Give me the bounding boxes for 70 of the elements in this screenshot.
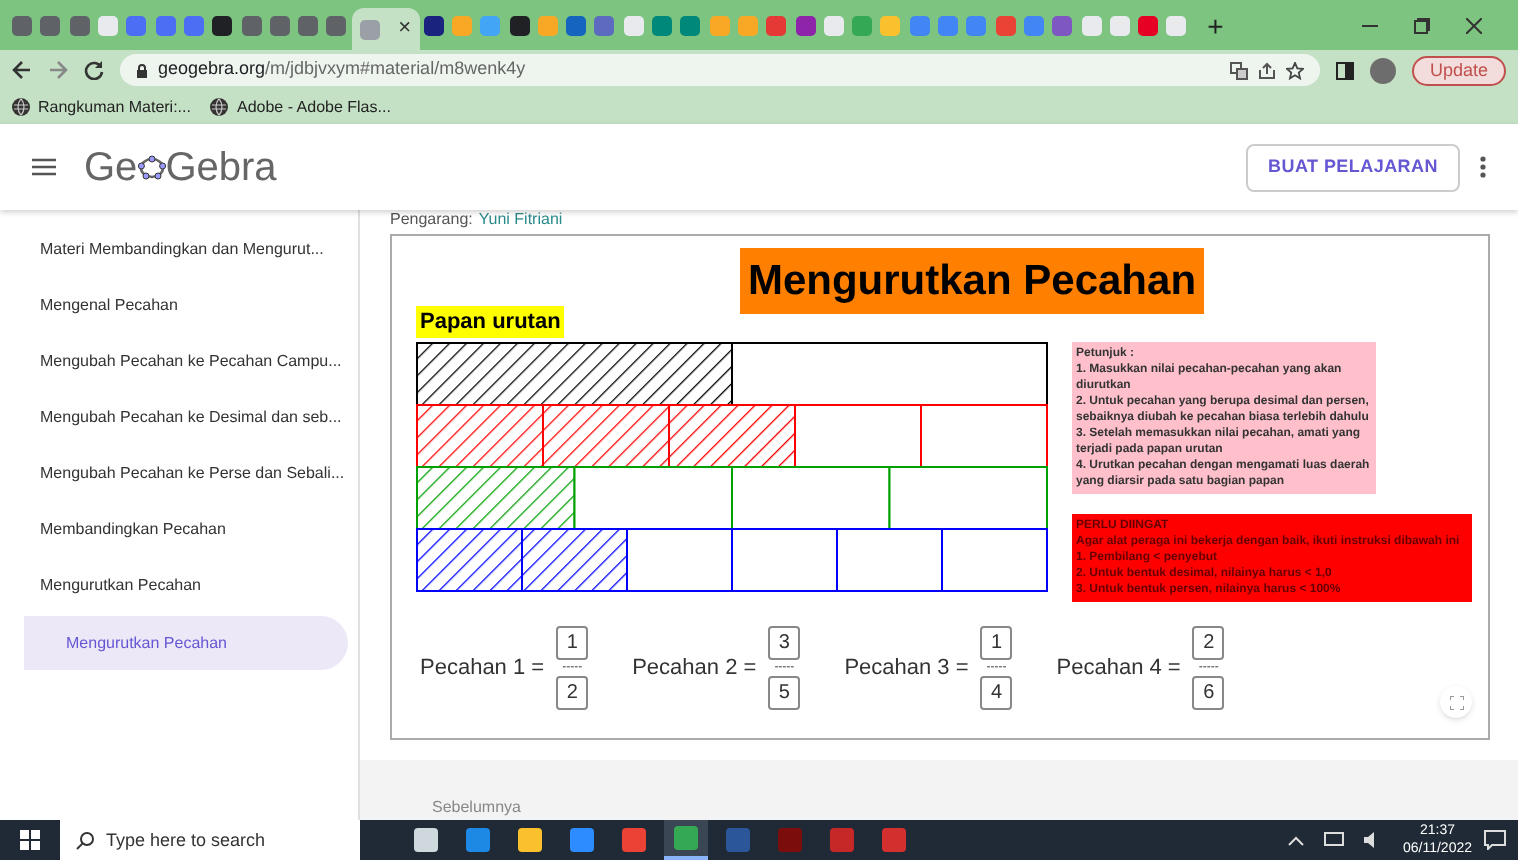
numerator-field[interactable]: 3 [768, 626, 801, 660]
windows-icon [20, 830, 40, 850]
globe-icon [12, 98, 30, 116]
numerator-field[interactable]: 1 [980, 626, 1013, 660]
app-icon [414, 828, 438, 852]
close-tab-button[interactable]: × [398, 18, 412, 40]
notification-icon[interactable] [1484, 830, 1506, 850]
denominator-field[interactable]: 5 [768, 676, 801, 710]
author-link[interactable]: Yuni Fitriani [478, 210, 563, 230]
sidebar-item[interactable]: Mengubah Pecahan ke Perse dan Sebali... [0, 446, 358, 502]
fullscreen-icon [1449, 695, 1463, 709]
browser-tab[interactable]: × [351, 8, 420, 50]
app-icon [726, 828, 750, 852]
logo-icon [137, 154, 166, 180]
numerator-field[interactable]: 2 [1192, 626, 1225, 660]
restore-icon[interactable] [1414, 17, 1430, 33]
board-label: Papan urutan [416, 306, 565, 338]
address-bar[interactable]: geogebra.org/m/jdbjvxym#material/m8wenk4y [120, 54, 1320, 86]
share-icon[interactable] [1257, 61, 1276, 79]
sidebar-item[interactable]: Mengurutkan Pecahan [0, 558, 358, 614]
sidebar-item[interactable]: Mengurutkan Pecahan [24, 616, 348, 670]
logo-text: Gebra [165, 143, 277, 193]
search-icon [76, 831, 94, 849]
search-box[interactable]: Type here to search [60, 820, 360, 860]
numerator-field[interactable]: 1 [556, 626, 589, 660]
fraction-label: Pecahan 3 = [844, 653, 969, 684]
app-icon [622, 828, 646, 852]
more-icon[interactable] [1480, 156, 1486, 178]
avatar-icon[interactable] [1369, 57, 1396, 83]
sidebar-item[interactable]: Mengubah Pecahan ke Desimal dan seb... [0, 390, 358, 446]
author-label: Pengarang: [390, 210, 473, 230]
sidebar-icon[interactable] [1335, 61, 1354, 79]
app-icon [778, 828, 802, 852]
app-icon [466, 828, 490, 852]
app-icon [518, 828, 542, 852]
denominator-field[interactable]: 2 [556, 676, 589, 710]
app-icon [570, 828, 594, 852]
reload-icon[interactable] [84, 60, 104, 80]
logo-text: Ge [84, 143, 138, 193]
search-field[interactable]: Type here to search [106, 820, 360, 860]
fraction-label: Pecahan 2 = [632, 653, 757, 684]
sidebar-item[interactable]: Membandingkan Pecahan [0, 502, 358, 558]
applet-title: Mengurutkan Pecahan [739, 248, 1205, 314]
back-icon[interactable] [12, 60, 32, 80]
star-icon[interactable] [1285, 61, 1304, 79]
fraction-label: Pecahan 4 = [1056, 653, 1181, 684]
caret-icon[interactable] [1288, 835, 1305, 845]
denominator-field[interactable]: 6 [1192, 676, 1225, 710]
app-icon [830, 828, 854, 852]
taskbar-app[interactable] [664, 820, 708, 860]
app-icon [882, 828, 906, 852]
fraction-label: Pecahan 1 = [420, 653, 545, 684]
create-lesson-button[interactable]: BUAT PELAJARAN [1246, 143, 1460, 191]
lock-icon [136, 63, 148, 77]
url-text: geogebra.org/m/jdbjvxym#material/m8wenk4y [158, 56, 526, 83]
sidebar-item[interactable]: Mengubah Pecahan ke Pecahan Campu... [0, 334, 358, 390]
sidebar-item[interactable]: Mengenal Pecahan [0, 278, 358, 334]
fullscreen-button[interactable] [1440, 686, 1472, 718]
sidebar-item[interactable]: Materi Membandingkan dan Mengurut... [0, 222, 358, 278]
denominator-field[interactable]: 4 [980, 676, 1013, 710]
menu-icon[interactable] [32, 158, 56, 176]
bookmark[interactable]: Adobe - Adobe Flas... [210, 95, 391, 119]
app-icon [674, 826, 698, 850]
forward-icon[interactable] [48, 60, 68, 80]
new-tab-button[interactable]: + [1207, 11, 1224, 39]
bookmark[interactable]: Rangkuman Materi:... [12, 95, 191, 119]
globe-icon [210, 98, 229, 116]
translate-icon[interactable] [1229, 61, 1248, 79]
update-button[interactable]: Update [1411, 55, 1506, 85]
close-icon[interactable] [1466, 17, 1482, 33]
